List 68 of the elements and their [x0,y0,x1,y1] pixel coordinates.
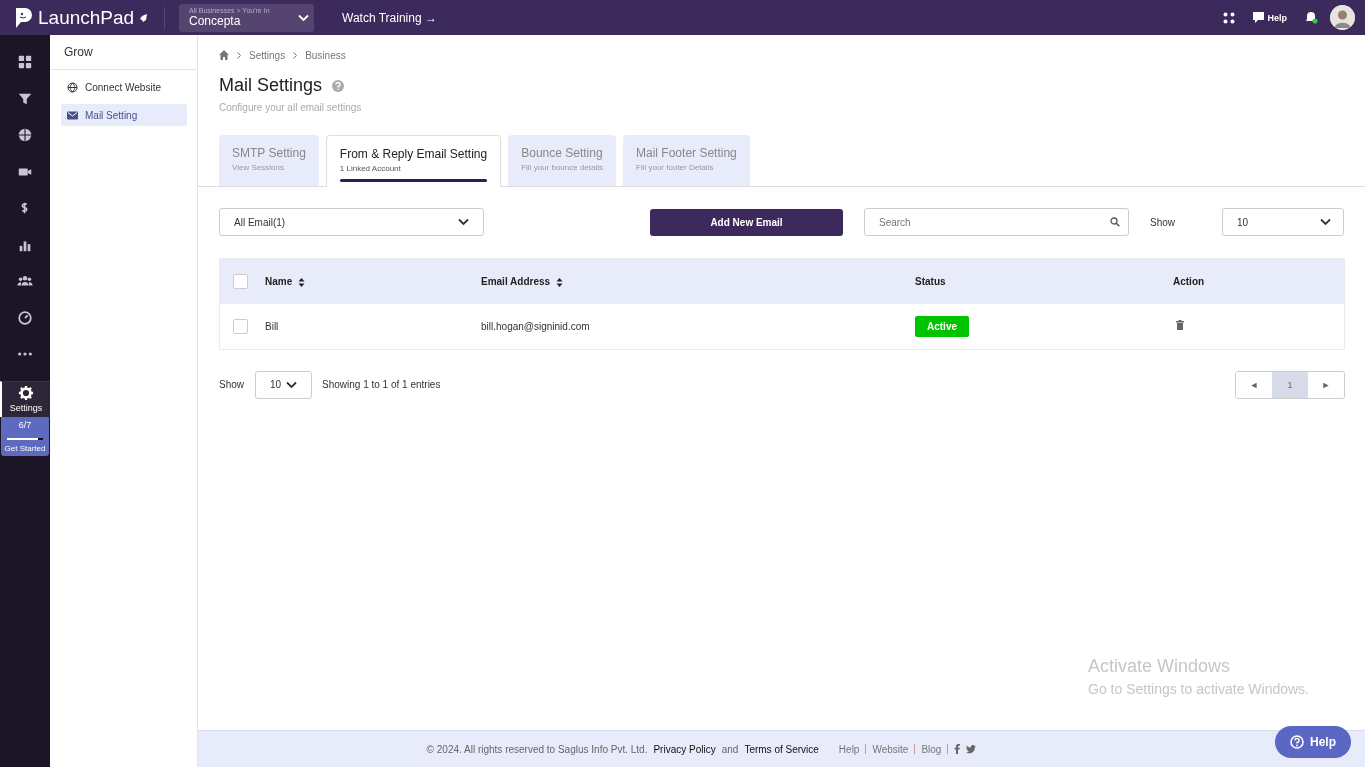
twitter-icon[interactable] [966,744,977,754]
add-new-email-button[interactable]: Add New Email [650,208,843,236]
search-icon[interactable] [1110,217,1120,227]
column-header[interactable]: Name [265,275,306,287]
activation-text: Go to Settings to activate Windows. [1088,681,1309,697]
column-header: Action [1173,275,1205,287]
facebook-icon[interactable] [954,744,961,754]
terms-link[interactable]: Terms of Service [744,743,819,755]
table-cell: bill.hogan@signinid.com [481,320,590,332]
settings-tab[interactable]: From & Reply Email Setting 1 Linked Account [325,135,502,187]
get-started-progress[interactable]: 6/7 Get Started [1,416,49,456]
chevron-down-icon [458,218,469,226]
sort-icon[interactable] [556,277,564,287]
help-link[interactable]: Help [1247,11,1293,24]
apps-icon[interactable] [1223,11,1236,24]
trash-icon[interactable] [1176,320,1184,330]
sidebar-title: Grow [50,35,197,70]
page-number-button[interactable]: 1 [1272,371,1308,398]
question-bubble-icon [1253,12,1265,23]
footer-link[interactable]: Blog [921,743,942,755]
search-field[interactable]: Search [864,208,1129,236]
settings-icon [18,385,34,401]
chevron-down-icon [1320,218,1331,226]
entries-summary: Showing 1 to 1 of 1 entries [322,379,441,390]
globe-icon [67,81,78,93]
sidebar-item[interactable]: Connect Website [61,76,187,98]
footer-link[interactable]: Website [872,743,909,755]
chevron-right-icon [293,51,298,59]
globe-icon [17,127,33,144]
breadcrumb-link[interactable]: Settings [249,49,286,61]
help-button[interactable]: Help [1275,726,1351,758]
row-checkbox[interactable] [233,318,248,334]
sidebar-item[interactable]: Mail Setting [61,104,187,126]
chevron-down-icon [298,13,309,22]
activation-title: Activate Windows [1088,656,1232,677]
home-icon[interactable] [219,50,229,60]
show-label: Show [219,379,244,390]
table-cell: Bill [265,320,279,332]
settings-nav-item[interactable]: Settings [0,380,50,417]
more-icon [17,352,33,357]
page-title: Mail Settings [219,75,323,96]
chevron-right-icon [237,51,241,59]
page-size-dropdown[interactable]: 10 [255,370,312,399]
notification-bell-icon[interactable] [1305,11,1318,24]
email-filter-dropdown[interactable]: All Email(1) [219,208,484,236]
sort-icon[interactable] [298,277,306,287]
logo-icon [15,6,33,29]
column-header: Status [915,275,946,287]
status-badge: Active [915,315,969,337]
mail-icon [67,109,78,121]
rocket-icon [139,13,148,22]
gauge-icon [17,309,33,326]
chevron-down-icon [286,380,298,389]
help-icon [1290,735,1304,749]
avatar[interactable] [1330,5,1355,30]
page-subtitle: Configure your all email settings [219,102,363,113]
copyright-text: © 2024. All rights reserved to Saglus Info Pvt. Ltd. [426,743,648,755]
logo-text: LaunchPad [38,6,135,29]
grid-icon [17,54,33,71]
conjunction-text: and [721,743,739,755]
privacy-policy-link[interactable]: Privacy Policy [653,743,716,755]
page-size-dropdown[interactable]: 10 [1222,208,1344,236]
show-label: Show [1150,216,1176,228]
select-all-checkbox[interactable] [233,273,248,289]
watch-training-link[interactable]: Watch Training → [336,9,443,26]
footer-link[interactable]: Help [838,743,860,755]
breadcrumb-link[interactable]: Business [305,49,346,61]
column-header[interactable]: Email Address [481,275,564,287]
